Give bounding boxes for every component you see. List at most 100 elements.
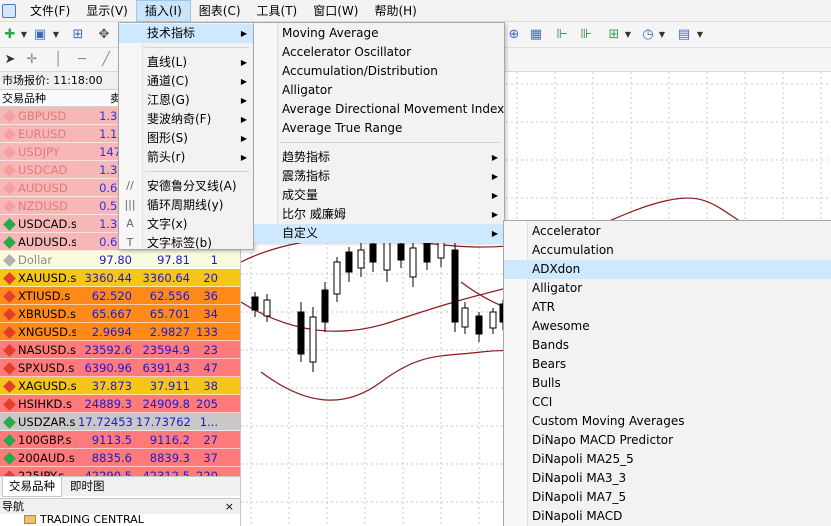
menu-item[interactable]: 斐波纳奇(F) ▶ [119, 110, 253, 129]
table-row[interactable]: XTIUSD.s 62.520 62.556 36 [0, 287, 240, 305]
close-icon[interactable]: × [225, 499, 234, 514]
menu-item[interactable]: ATR [504, 298, 831, 317]
tab-1[interactable]: 即时图 [64, 477, 111, 497]
menu-item[interactable]: 箭头(r) ▶ [119, 148, 253, 167]
menu-item[interactable]: DiNapoli MA7_5 [504, 488, 831, 507]
menu-item[interactable]: Alligator [504, 279, 831, 298]
spread-cell: 47 [203, 361, 218, 375]
table-row[interactable]: HSIHKD.s 24889.3 24909.8 205 [0, 395, 240, 413]
table-row[interactable]: Dollar 97.80 97.81 1 [0, 251, 240, 269]
ask-cell: 17.73762 [136, 415, 190, 429]
ask-cell: 37.911 [149, 379, 190, 393]
menu-item[interactable]: Bulls [504, 374, 831, 393]
menu-item[interactable]: CCI [504, 393, 831, 412]
menu-item[interactable]: ADXdon [504, 260, 831, 279]
menu-item-0[interactable]: 文件(F) [22, 0, 78, 22]
candle-body [489, 311, 497, 329]
candle-body [397, 243, 405, 261]
navigator-item[interactable]: TRADING CENTRAL [0, 514, 240, 526]
dropdown-arrow-icon[interactable]: ▼ [692, 27, 708, 43]
menu-item-1[interactable]: 显示(V) [78, 0, 136, 22]
menu-item-5[interactable]: 窗口(W) [305, 0, 366, 22]
candle-body [309, 316, 317, 363]
menu-item[interactable]: Moving Average [254, 24, 504, 43]
menu-item[interactable]: T 文字标签(b) [119, 234, 253, 253]
menu-item[interactable]: 江恩(G) ▶ [119, 91, 253, 110]
menu-item[interactable]: 技术指标 ▶ [119, 24, 253, 43]
menu-item[interactable]: 自定义 ▶ [254, 224, 504, 243]
dropdown-arrow-icon[interactable]: ▼ [48, 27, 64, 43]
dropdown-arrow-icon[interactable]: ▼ [620, 27, 636, 43]
templates-icon[interactable]: ▤ [676, 27, 692, 43]
trendline-icon[interactable]: ╱ [98, 52, 114, 68]
ask-cell: 42312.5 [142, 469, 190, 476]
menu-item-label: Average True Range [282, 121, 403, 135]
table-row[interactable]: NASUSD.s 23592.6 23594.9 23 [0, 341, 240, 359]
symbol-cell: USDCAD.s [0, 215, 76, 233]
dropdown-arrow-icon[interactable]: ▼ [654, 27, 670, 43]
column-symbol[interactable]: 交易品种 [2, 92, 46, 105]
menu-item-4[interactable]: 工具(T) [249, 0, 306, 22]
navigator-icon[interactable]: ⊞ [70, 27, 86, 43]
horizontal-line-icon[interactable]: ─ [74, 52, 90, 68]
tile-windows-icon[interactable]: ▦ [528, 27, 544, 43]
crosshair-icon[interactable]: ✥ [96, 27, 112, 43]
table-row[interactable]: XAUUSD.s 3360.44 3360.64 20 [0, 269, 240, 287]
menu-item-label: Moving Average [282, 26, 379, 40]
dropdown-arrow-icon[interactable]: ▼ [16, 27, 32, 43]
menu-item[interactable]: Average Directional Movement Index [254, 100, 504, 119]
menu-item-6[interactable]: 帮助(H) [366, 0, 424, 22]
bid-cell: 8835.6 [91, 451, 132, 465]
menu-item[interactable]: DiNapoli MA3_3 [504, 469, 831, 488]
chart-shift-icon[interactable]: ⊩ [554, 27, 570, 43]
profiles-icon[interactable]: ▣ [32, 27, 48, 43]
menu-item[interactable]: DiNapo MACD Predictor [504, 431, 831, 450]
table-row[interactable]: SPXUSD.s 6390.96 6391.43 47 [0, 359, 240, 377]
menu-item[interactable]: Average True Range [254, 119, 504, 138]
menu-item[interactable]: Accumulation [504, 241, 831, 260]
submenu-arrow-icon: ▶ [491, 191, 498, 200]
menu-item[interactable]: 通道(C) ▶ [119, 72, 253, 91]
menu-item[interactable]: Alligator [254, 81, 504, 100]
submenu-arrow-icon: ▶ [240, 134, 247, 143]
candle-body [251, 296, 259, 311]
table-row[interactable]: XAGUSD.s 37.873 37.911 38 [0, 377, 240, 395]
menu-item-3[interactable]: 图表(C) [191, 0, 249, 22]
table-row[interactable]: USDZAR.s 17.72453 17.73762 1... [0, 413, 240, 431]
menu-item[interactable]: 趋势指标 ▶ [254, 148, 504, 167]
menu-item[interactable]: 震荡指标 ▶ [254, 167, 504, 186]
table-row[interactable]: XBRUSD.s 65.667 65.701 34 [0, 305, 240, 323]
menu-item[interactable]: Bands [504, 336, 831, 355]
table-row[interactable]: 225JPY.s 42290.5 42312.5 220 [0, 467, 240, 476]
menu-item[interactable]: DiNapoli MA25_5 [504, 450, 831, 469]
tab-0[interactable]: 交易品种 [2, 477, 62, 497]
menu-item[interactable]: 成交量 ▶ [254, 186, 504, 205]
symbol-status-icon [3, 326, 16, 339]
vertical-line-icon[interactable]: │ [50, 52, 66, 68]
menu-item[interactable]: 图形(S) ▶ [119, 129, 253, 148]
menu-item[interactable]: ||| 循环周期线(y) [119, 196, 253, 215]
menu-item[interactable]: DiNapoli MACD [504, 507, 831, 526]
menu-item[interactable]: // 安德鲁分叉线(A) [119, 177, 253, 196]
menu-item[interactable]: Custom Moving Averages [504, 412, 831, 431]
menu-item[interactable]: Accumulation/Distribution [254, 62, 504, 81]
menu-item[interactable]: Accelerator [504, 222, 831, 241]
table-row[interactable]: 100GBP.s 9113.5 9116.2 27 [0, 431, 240, 449]
menu-item[interactable]: Bears [504, 355, 831, 374]
autoscroll-icon[interactable]: ⊪ [578, 27, 594, 43]
table-row[interactable]: XNGUSD.s 2.9694 2.9827 133 [0, 323, 240, 341]
cross-icon[interactable]: ✛ [24, 52, 40, 68]
menu-item[interactable]: A 文字(x) [119, 215, 253, 234]
menu-item[interactable]: Accelerator Oscillator [254, 43, 504, 62]
symbol-status-icon [3, 236, 16, 249]
menu-item-label: DiNapoli MA25_5 [532, 452, 634, 466]
table-row[interactable]: 200AUD.s 8835.6 8839.3 37 [0, 449, 240, 467]
menu-item-2[interactable]: 插入(I) [135, 0, 191, 22]
technical-indicators-menu: Moving Average Accelerator Oscillator Accu… [253, 22, 505, 243]
zoom-in-icon[interactable]: ⊕ [506, 27, 522, 43]
menu-item[interactable]: 比尔 威廉姆 ▶ [254, 205, 504, 224]
menu-item[interactable]: 直线(L) ▶ [119, 53, 253, 72]
cursor-icon[interactable]: ➤ [2, 52, 18, 68]
symbol-cell: AUDUSD [0, 179, 76, 197]
menu-item[interactable]: Awesome [504, 317, 831, 336]
